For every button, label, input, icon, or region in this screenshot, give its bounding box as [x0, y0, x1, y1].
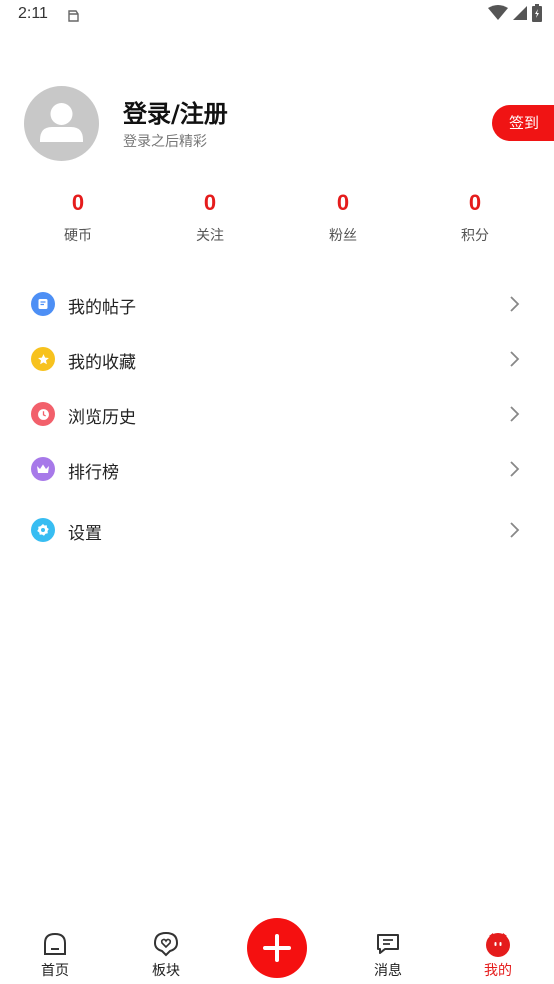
stats-row: 0 硬币 0 关注 0 粉丝 0 积分: [0, 188, 554, 248]
add-post-button[interactable]: [247, 918, 307, 978]
nav-home[interactable]: 首页: [15, 916, 95, 984]
chevron-right-icon: [506, 460, 522, 478]
battery-icon: [532, 4, 542, 26]
stat-label: 关注: [196, 228, 224, 244]
menu-item-my-posts[interactable]: 我的帖子: [0, 279, 554, 329]
stat-following[interactable]: 0 关注: [160, 188, 260, 245]
chevron-right-icon: [506, 405, 522, 423]
message-icon: [375, 931, 401, 957]
nav-label: 板块: [152, 963, 180, 979]
stat-fans[interactable]: 0 粉丝: [293, 188, 393, 245]
clock-icon: [31, 402, 55, 426]
note-icon: [31, 292, 55, 316]
stat-label: 硬币: [64, 228, 92, 244]
menu-label: 排行榜: [68, 463, 119, 483]
person-icon: [40, 103, 83, 142]
chevron-right-icon: [506, 295, 522, 313]
stat-label: 粉丝: [329, 228, 357, 244]
menu-label: 浏览历史: [68, 408, 136, 428]
gear-icon: [31, 518, 55, 542]
menu-item-settings[interactable]: 设置: [0, 505, 554, 555]
signal-icon: [512, 5, 528, 25]
login-subtitle: 登录之后精彩: [123, 134, 207, 150]
nav-label: 首页: [41, 963, 69, 979]
chevron-right-icon: [506, 350, 522, 368]
notification-icon: [66, 8, 80, 22]
signin-button[interactable]: 签到: [492, 105, 554, 141]
status-icons: [488, 4, 542, 26]
nav-label: 消息: [374, 963, 402, 979]
stat-value: 0: [203, 190, 217, 215]
bottom-nav: 首页 板块 消息 我的: [0, 916, 554, 984]
avatar[interactable]: [24, 86, 99, 161]
nav-messages[interactable]: 消息: [348, 916, 428, 984]
home-icon: [42, 931, 68, 957]
chevron-right-icon: [506, 521, 522, 539]
status-time: 2:11: [18, 5, 48, 22]
crown-icon: [31, 457, 55, 481]
menu-label: 我的帖子: [68, 298, 136, 318]
nav-label: 我的: [484, 963, 512, 979]
section-icon: [153, 931, 179, 957]
nav-sections[interactable]: 板块: [126, 916, 206, 984]
stat-points[interactable]: 0 积分: [425, 188, 525, 245]
status-bar: 2:11: [0, 0, 554, 32]
stat-coins[interactable]: 0 硬币: [28, 188, 128, 245]
wifi-icon: [488, 5, 508, 25]
menu-item-ranking[interactable]: 排行榜: [0, 444, 554, 494]
login-register-title[interactable]: 登录/注册: [123, 94, 228, 129]
menu-label: 我的收藏: [68, 353, 136, 373]
menu-label: 设置: [68, 524, 102, 544]
add-icon: [263, 934, 291, 962]
star-icon: [31, 347, 55, 371]
stat-value: 0: [468, 190, 482, 215]
menu-item-favorites[interactable]: 我的收藏: [0, 334, 554, 384]
stat-value: 0: [71, 190, 85, 215]
stat-value: 0: [336, 190, 350, 215]
stat-label: 积分: [461, 228, 489, 244]
menu-item-history[interactable]: 浏览历史: [0, 389, 554, 439]
nav-mine[interactable]: 我的: [458, 916, 538, 984]
mine-icon: [485, 931, 511, 957]
